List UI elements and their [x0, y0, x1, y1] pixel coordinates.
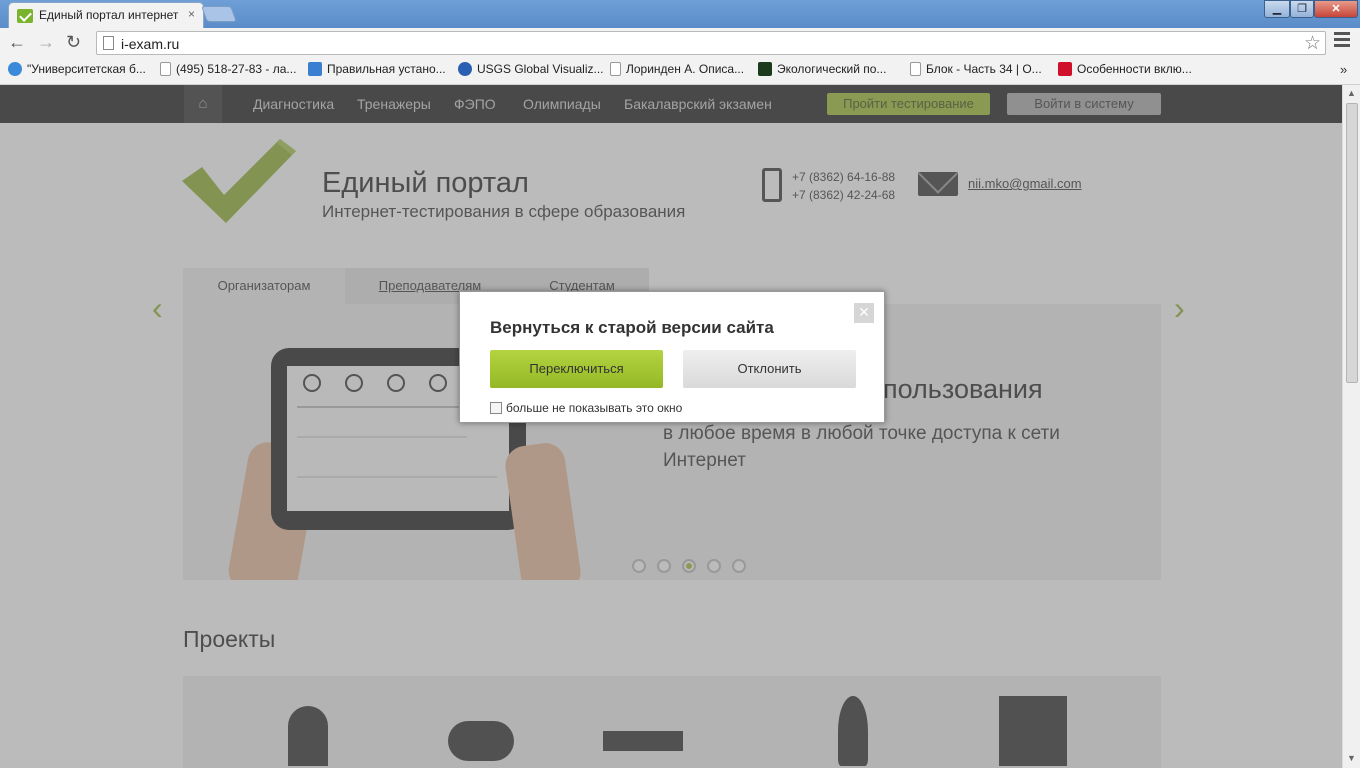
bookmarks-more-icon[interactable]: » — [1340, 62, 1347, 77]
site-favicon-icon — [17, 9, 33, 23]
bookmark-item[interactable]: USGS Global Visualiz... — [458, 62, 604, 76]
globe-icon — [8, 62, 22, 76]
bookmark-item[interactable]: Особенности вклю... — [1058, 62, 1192, 76]
bookmark-item[interactable]: Экологический по... — [758, 62, 886, 76]
window-maximize-button[interactable]: ❐ — [1290, 0, 1314, 18]
tab-title: Единый портал интернет — [39, 8, 179, 22]
tab-close-icon[interactable]: × — [188, 7, 195, 21]
bookmark-item[interactable]: Правильная устано... — [308, 62, 446, 76]
scroll-down-icon[interactable]: ▼ — [1347, 753, 1356, 763]
dont-show-again-option[interactable]: больше не показывать это окно — [490, 401, 682, 415]
globe-icon — [458, 62, 472, 76]
browser-tab-active[interactable]: Единый портал интернет × — [8, 2, 204, 29]
url-text[interactable]: i-exam.ru — [121, 36, 179, 52]
modal-title: Вернуться к старой версии сайта — [490, 318, 774, 337]
page-icon — [103, 36, 114, 50]
forward-arrow-icon[interactable]: → — [37, 32, 55, 53]
bookmark-item[interactable]: Лоринден А. Описа... — [610, 62, 744, 76]
bookmark-item[interactable]: (495) 518-27-83 - ла... — [160, 62, 296, 76]
reload-icon[interactable]: ↻ — [66, 32, 81, 53]
window-close-button[interactable]: ✕ — [1314, 0, 1358, 18]
page-icon — [910, 62, 921, 76]
address-bar[interactable]: i-exam.ru ☆ — [96, 31, 1326, 55]
window-minimize-button[interactable]: ▁ — [1264, 0, 1290, 18]
scroll-thumb[interactable] — [1346, 103, 1358, 383]
dont-show-label: больше не показывать это окно — [506, 401, 683, 415]
close-icon[interactable]: × — [854, 303, 874, 323]
browser-menu-icon[interactable] — [1334, 32, 1350, 50]
old-version-modal: Вернуться к старой версии сайта × Перекл… — [459, 291, 885, 423]
grid-icon — [308, 62, 322, 76]
browser-toolbar: ← → ↻ i-exam.ru ☆ — [0, 28, 1360, 58]
back-arrow-icon[interactable]: ← — [8, 32, 26, 53]
eco-icon — [758, 62, 772, 76]
bookmarks-bar: "Университетская б... (495) 518-27-83 - … — [0, 58, 1360, 85]
page-scrollbar[interactable]: ▲ ▼ — [1342, 85, 1360, 768]
bookmark-item[interactable]: Блок - Часть 34 | О... — [910, 62, 1042, 76]
page-icon — [160, 62, 171, 76]
switch-button[interactable]: Переключиться — [490, 350, 663, 388]
page-icon — [610, 62, 621, 76]
modal-overlay[interactable] — [0, 85, 1342, 768]
scroll-up-icon[interactable]: ▲ — [1347, 88, 1356, 98]
d-logo-icon — [1058, 62, 1072, 76]
dont-show-checkbox[interactable] — [490, 402, 502, 414]
bookmark-item[interactable]: "Университетская б... — [8, 62, 146, 76]
browser-titlebar: Единый портал интернет × ▁ ❐ ✕ — [0, 0, 1360, 29]
decline-button[interactable]: Отклонить — [683, 350, 856, 388]
new-tab-button[interactable] — [201, 6, 237, 22]
bookmark-star-icon[interactable]: ☆ — [1304, 32, 1321, 55]
